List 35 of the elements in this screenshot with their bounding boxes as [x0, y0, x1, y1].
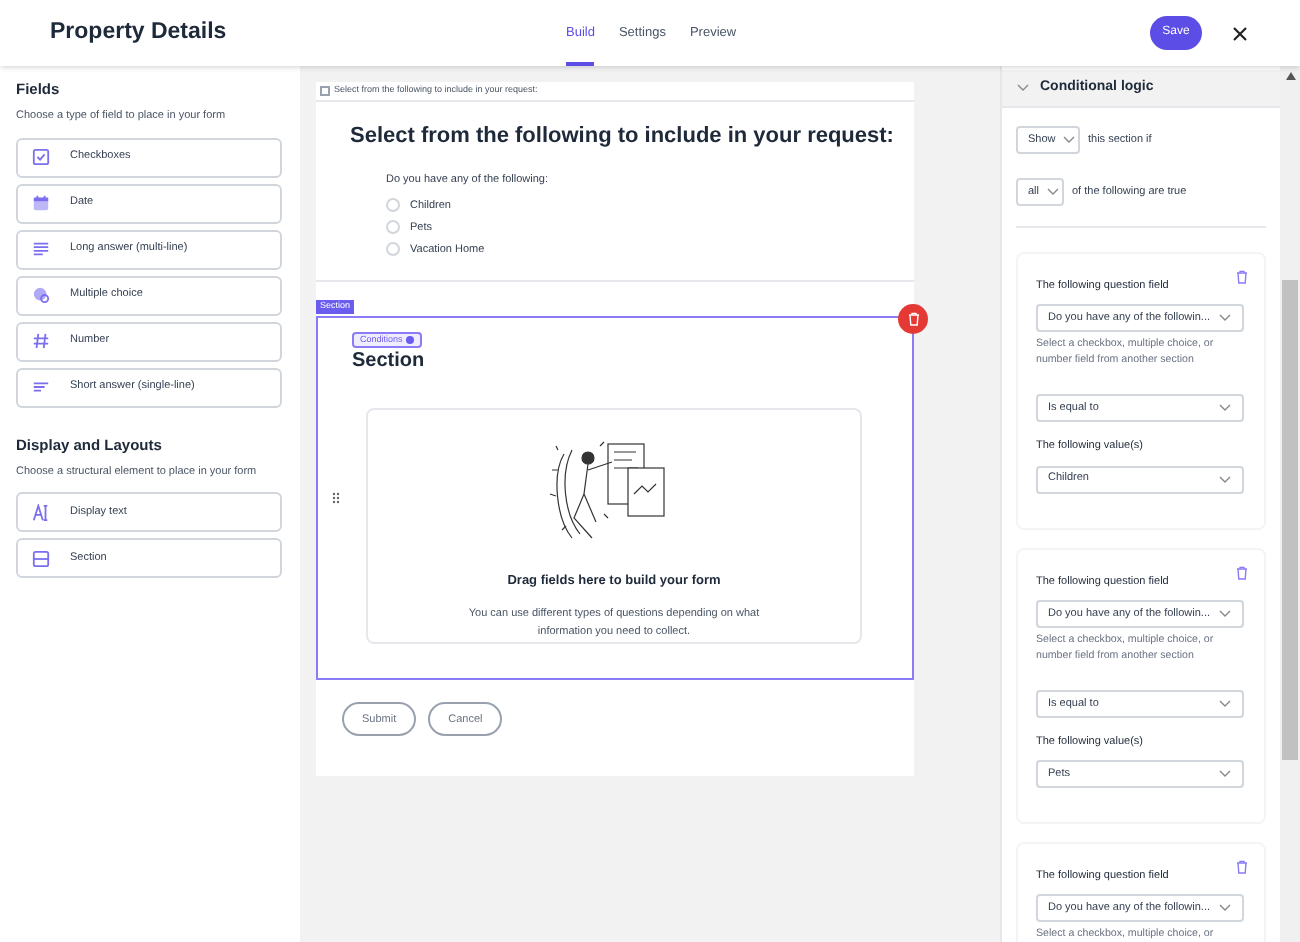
chevron-down-icon — [1218, 609, 1232, 618]
lines-icon — [32, 240, 50, 258]
text-icon — [32, 503, 50, 521]
chevron-down-icon — [1218, 904, 1232, 913]
drag-handle-icon[interactable] — [332, 492, 340, 505]
trash-icon[interactable] — [1236, 565, 1248, 579]
checkbox-icon — [32, 148, 50, 166]
radio-button[interactable] — [386, 198, 400, 213]
trash-icon[interactable] — [1236, 860, 1248, 874]
block-icon — [320, 86, 330, 96]
chevron-down-icon — [1218, 699, 1232, 708]
hash-icon — [32, 332, 50, 350]
chevron-down-icon — [1045, 188, 1060, 196]
chevron-down-icon — [1218, 475, 1232, 483]
scroll-thumb[interactable] — [1282, 280, 1298, 760]
scroll-up-icon[interactable] — [1285, 72, 1295, 80]
radio-button[interactable] — [386, 242, 400, 257]
radio-button[interactable] — [386, 220, 400, 235]
section-heading: Section — [352, 352, 427, 373]
trash-icon[interactable] — [1236, 270, 1248, 284]
delete-icon[interactable] — [898, 304, 928, 335]
radio-icon — [32, 286, 50, 304]
page-title: Property Details — [50, 17, 229, 48]
section-icon — [32, 549, 50, 567]
lines-icon — [32, 378, 50, 396]
chevron-down-icon — [1218, 314, 1232, 323]
scrollbar[interactable] — [1280, 66, 1300, 942]
block-heading: Select from the following to include in your request: — [348, 122, 896, 150]
chevron-down-icon — [1061, 136, 1076, 144]
close-icon[interactable] — [1230, 23, 1250, 43]
calendar-icon — [32, 194, 50, 212]
chevron-down-icon — [1218, 770, 1232, 778]
chevron-down-icon — [1218, 404, 1232, 413]
chevron-down-icon[interactable] — [1016, 84, 1030, 92]
info-icon — [406, 336, 415, 345]
